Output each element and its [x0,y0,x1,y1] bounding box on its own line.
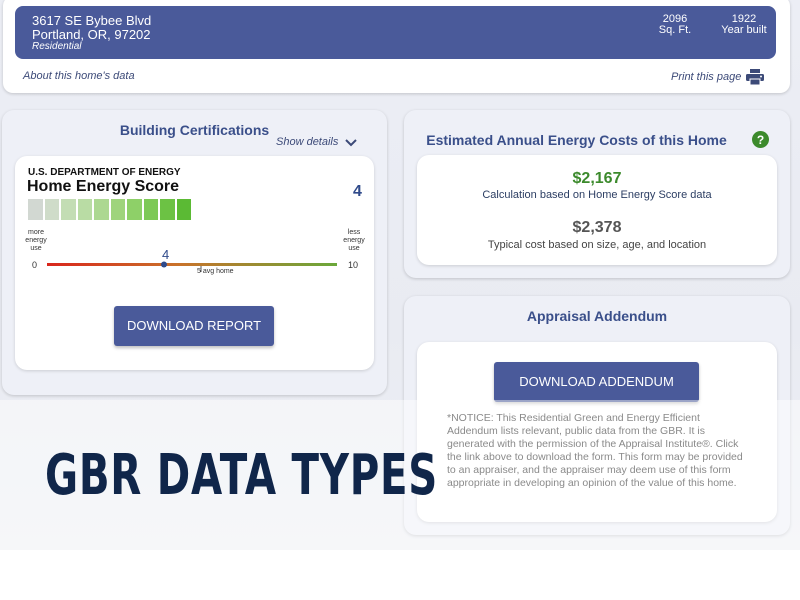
question-circle-icon[interactable]: ? [752,131,769,148]
appraisal-addendum-title: Appraisal Addendum [526,308,668,324]
address-street: 3617 SE Bybee Blvd [32,13,152,28]
sqft-stat: 2096 Sq. Ft. [645,14,705,36]
score-box-scale [28,199,191,220]
sqft-label: Sq. Ft. [658,24,692,36]
less-energy-use-label: less energy use [343,229,365,252]
addendum-notice: *NOTICE: This Residential Green and Ener… [447,412,743,489]
chevron-down-icon[interactable] [345,139,357,147]
score-box [160,199,175,220]
typical-energy-cost-note: Typical cost based on size, age, and loc… [487,239,707,251]
print-page-link[interactable]: Print this page [671,71,741,83]
score-value: 4 [353,183,362,200]
svg-text:?: ? [757,133,764,147]
scale-min: 0 [32,260,38,270]
year-built-stat: 1922 Year built [714,14,774,36]
energy-costs-title: Estimated Annual Energy Costs of this Ho… [426,132,727,148]
address-city: Portland, OR, 97202 [32,27,151,42]
score-box [143,199,158,220]
typical-energy-cost: $2,378 [572,219,622,236]
download-report-button[interactable]: DOWNLOAD REPORT [114,306,274,346]
printer-icon[interactable] [746,69,764,85]
score-box [61,199,76,220]
score-box [127,199,142,220]
year-built-label: Year built [721,24,767,36]
home-energy-cost: $2,167 [572,170,622,187]
show-details-toggle[interactable]: Show details [276,136,338,148]
banner-headline: GBR DATA TYPES [45,443,438,508]
home-energy-cost-note: Calculation based on Home Energy Score d… [482,189,712,201]
download-addendum-button[interactable]: DOWNLOAD ADDENDUM [494,362,699,402]
score-box [110,199,125,220]
scale-max: 10 [348,260,359,270]
score-box [44,199,59,220]
score-box [94,199,109,220]
doe-label: U.S. DEPARTMENT OF ENERGY [28,167,181,178]
more-energy-use-label: more energy use [25,229,47,252]
average-home-label: 5 avg home [197,268,234,275]
score-box [77,199,92,220]
home-energy-score-title: Home Energy Score [27,178,180,195]
address-bar: 3617 SE Bybee Blvd Portland, OR, 97202 R… [15,6,776,59]
property-type: Residential [32,41,82,52]
score-box [176,199,191,220]
about-data-link[interactable]: About this home's data [23,70,135,82]
score-marker-label: 4 [162,247,170,262]
score-box [28,199,43,220]
